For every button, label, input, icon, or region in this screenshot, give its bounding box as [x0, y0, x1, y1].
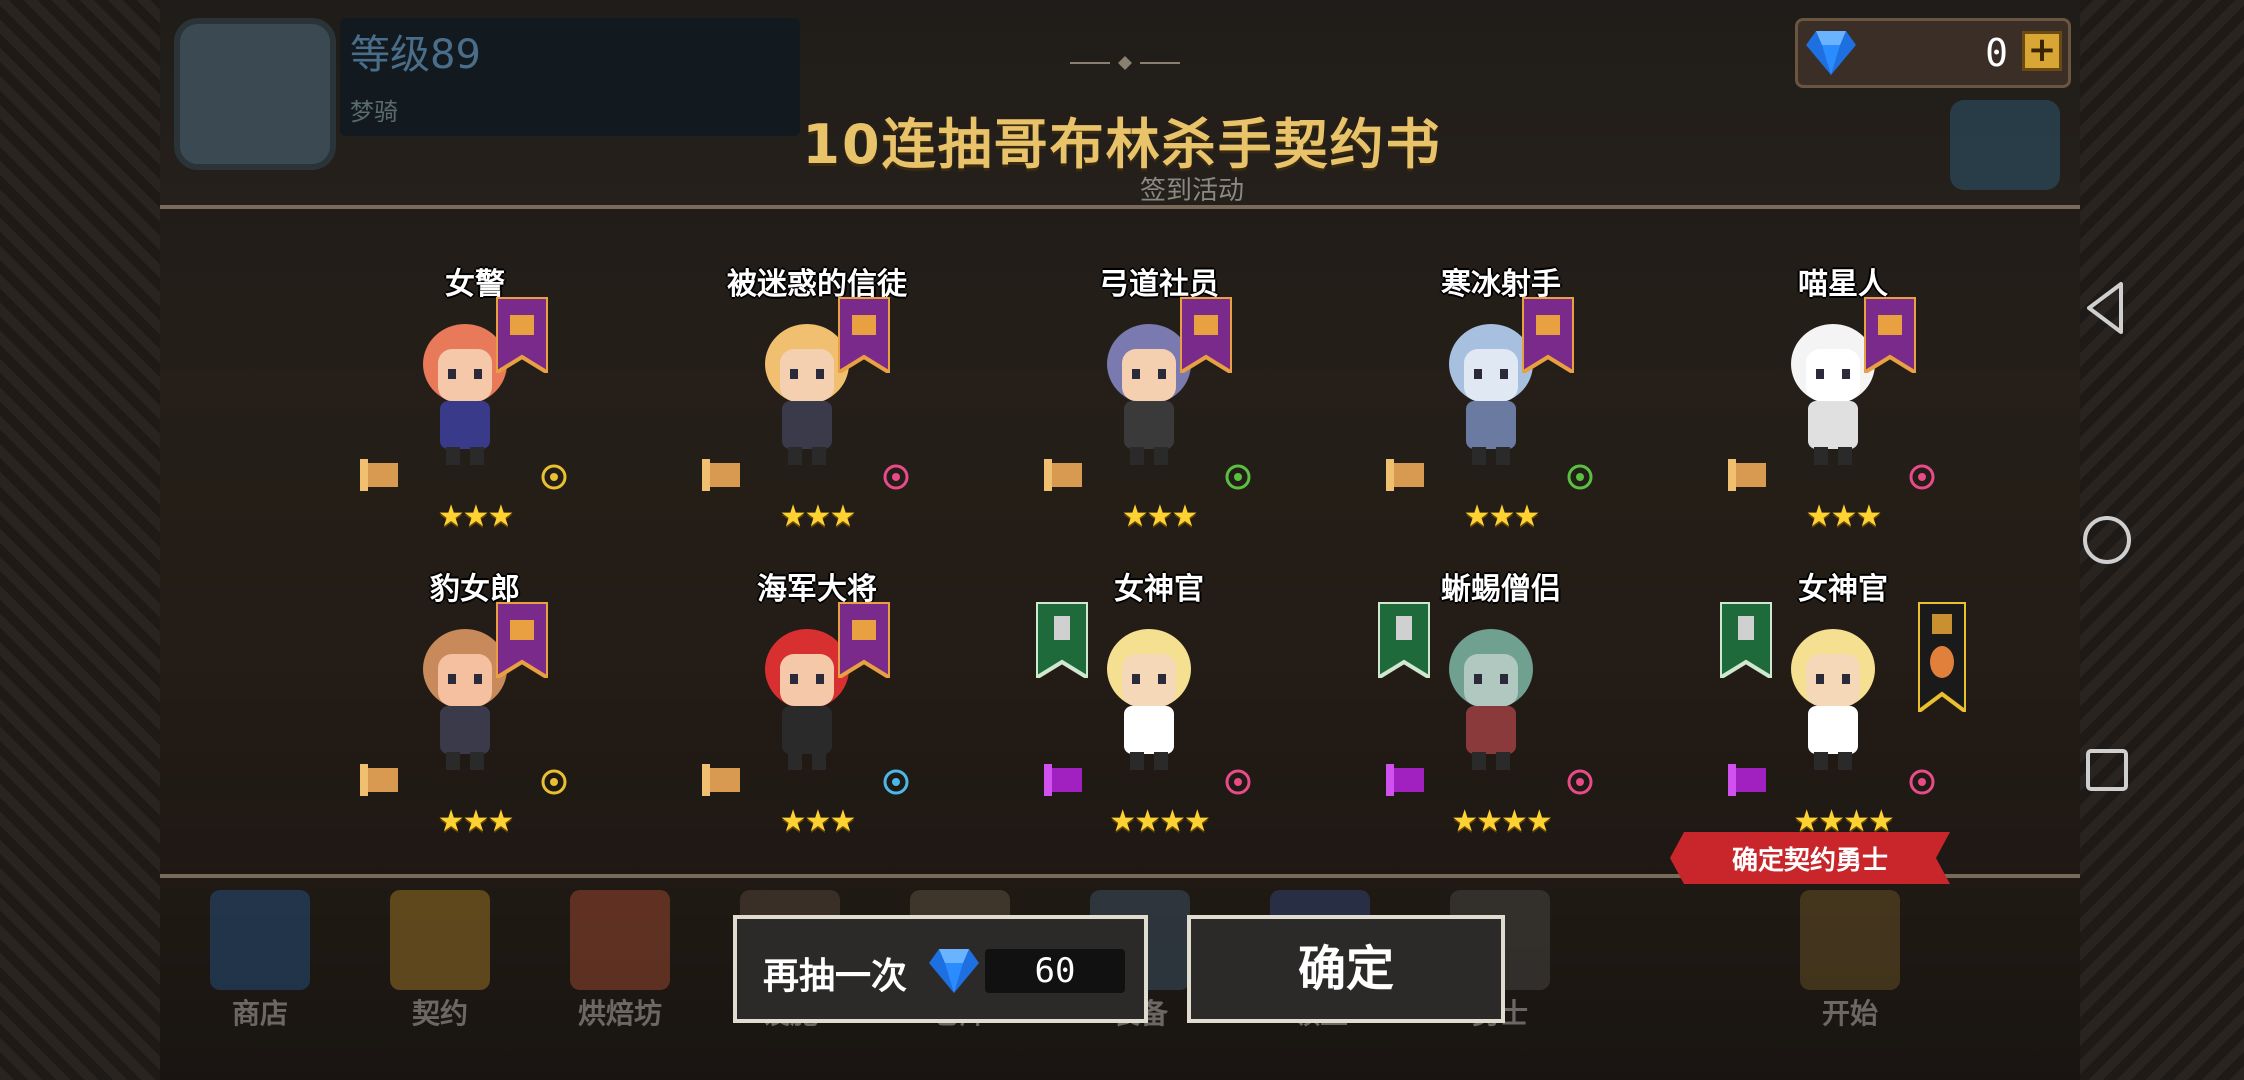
hero-card[interactable]: 女警 ★★★ — [350, 259, 600, 549]
class-banner-icon — [1180, 297, 1232, 373]
hero-name: 被迷惑的信徒 — [727, 267, 907, 302]
rare-scroll-icon — [1044, 764, 1082, 796]
nav-item-icon — [570, 890, 670, 990]
diamond-icon — [1806, 31, 1856, 75]
scroll-icon — [1386, 459, 1424, 491]
back-icon[interactable] — [2085, 280, 2125, 336]
hero-stars: ★★★ — [1463, 499, 1541, 534]
scroll-icon — [702, 459, 740, 491]
dialog-title: 10连抽哥布林杀手契约书 — [802, 113, 1442, 176]
class-banner-icon — [1378, 602, 1430, 678]
nav-item-label: 契约 — [411, 997, 468, 1030]
class-banner-icon — [1522, 297, 1574, 373]
hero-name: 喵星人 — [1798, 267, 1888, 302]
nav-item-icon — [210, 890, 310, 990]
recents-icon[interactable] — [2085, 748, 2129, 792]
hero-sprite-icon — [1449, 629, 1533, 770]
nav-item[interactable]: 开始 — [1790, 880, 1910, 1030]
add-gems-button[interactable]: + — [2022, 31, 2062, 71]
rare-scroll-icon — [1728, 764, 1766, 796]
class-banner-icon — [496, 297, 548, 373]
draw-again-label: 再抽一次 — [763, 956, 908, 997]
hero-card[interactable]: 海军大将 ★★★ — [692, 564, 942, 854]
gem-count: 0 — [1985, 31, 2008, 75]
hero-stars: ★★★ — [779, 499, 857, 534]
hero-card[interactable]: 弓道社员 ★★★ — [1034, 259, 1284, 549]
draw-again-button[interactable]: 再抽一次 60 — [733, 915, 1148, 1023]
class-banner-icon — [838, 297, 890, 373]
checkin-event-tag: 签到活动 — [1140, 176, 1245, 206]
nav-item-icon — [390, 890, 490, 990]
diamond-icon — [929, 949, 979, 993]
gem-counter: 0 + — [1795, 18, 2071, 88]
confirm-button[interactable]: 确定 — [1187, 915, 1505, 1023]
hero-stars: ★★★ — [779, 804, 857, 839]
element-yellow-icon — [541, 769, 567, 795]
hero-card[interactable]: 女神官 ★★★★ — [1718, 564, 1968, 854]
element-pink-icon — [1225, 769, 1251, 795]
hero-stars: ★★★ — [437, 804, 515, 839]
hero-sprite-icon — [1107, 629, 1191, 770]
element-green-icon — [1225, 464, 1251, 490]
title-ornament-icon — [1070, 56, 1180, 70]
element-green-icon — [1567, 464, 1593, 490]
gold-banner-icon — [1918, 602, 1966, 712]
scroll-icon — [1044, 459, 1082, 491]
hero-name: 寒冰射手 — [1441, 267, 1561, 302]
class-banner-icon — [1864, 297, 1916, 373]
class-banner-icon — [838, 602, 890, 678]
hero-stars: ★★★ — [437, 499, 515, 534]
nav-item-label: 开始 — [1821, 997, 1878, 1030]
hero-card[interactable]: 寒冰射手 ★★★ — [1376, 259, 1626, 549]
hero-card[interactable]: 蜥蜴僧侣 ★★★★ — [1376, 564, 1626, 854]
scroll-icon — [1728, 459, 1766, 491]
hero-sprite-icon — [1791, 629, 1875, 770]
draw-again-cost: 60 — [985, 949, 1125, 993]
scroll-icon — [360, 764, 398, 796]
hero-card[interactable]: 被迷惑的信徒 ★★★ — [692, 259, 942, 549]
scroll-icon — [360, 459, 398, 491]
class-banner-icon — [496, 602, 548, 678]
class-banner-icon — [1720, 602, 1772, 678]
confirm-hero-ribbon: 确定契约勇士 — [1670, 832, 1950, 884]
confirm-hero-label: 确定契约勇士 — [1731, 846, 1888, 876]
element-pink-icon — [1909, 464, 1935, 490]
element-pink-icon — [883, 464, 909, 490]
draw-results-panel: 女警 ★★★ 被迷惑的信徒 ★★★ 弓道社员 ★★★ 寒冰射手 ★★★ 喵星人 ★★★ 豹女郎 ★★★… — [160, 205, 2080, 878]
hero-stars: ★★★ — [1121, 499, 1199, 534]
element-pink-icon — [1909, 769, 1935, 795]
element-pink-icon — [1567, 769, 1593, 795]
element-blue-icon — [883, 769, 909, 795]
rare-scroll-icon — [1386, 764, 1424, 796]
home-icon[interactable] — [2082, 515, 2132, 565]
hero-name: 弓道社员 — [1099, 267, 1219, 302]
hero-name: 海军大将 — [757, 572, 877, 607]
scroll-icon — [702, 764, 740, 796]
hero-card[interactable]: 豹女郎 ★★★ — [350, 564, 600, 854]
hero-card[interactable]: 女神官 ★★★★ — [1034, 564, 1284, 854]
nav-item-label: 烘焙坊 — [577, 997, 662, 1030]
player-level: 等级89 — [350, 32, 481, 78]
hero-name: 女警 — [445, 267, 505, 302]
nav-item[interactable]: 契约 — [380, 880, 500, 1030]
hero-stars: ★★★ — [1805, 499, 1883, 534]
nav-item-label: 商店 — [231, 997, 288, 1030]
nav-item-icon — [1800, 890, 1900, 990]
hero-name: 豹女郎 — [430, 572, 520, 607]
nav-item[interactable]: 烘焙坊 — [560, 880, 680, 1030]
hero-card[interactable]: 喵星人 ★★★ — [1718, 259, 1968, 549]
hero-stars: ★★★★ — [1451, 804, 1553, 839]
class-banner-icon — [1036, 602, 1088, 678]
nav-item[interactable]: 商店 — [200, 880, 320, 1030]
hero-stars: ★★★★ — [1109, 804, 1211, 839]
element-yellow-icon — [541, 464, 567, 490]
